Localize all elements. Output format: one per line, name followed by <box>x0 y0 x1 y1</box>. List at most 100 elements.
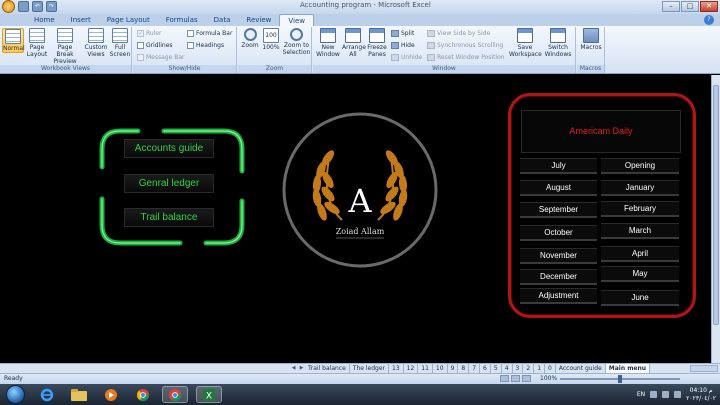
taskbar-chrome[interactable] <box>130 386 156 403</box>
page-layout-view-button[interactable]: Page Layout <box>26 28 48 58</box>
custom-views-button[interactable]: Custom Views <box>84 28 108 58</box>
undo-icon[interactable]: ↶ <box>32 1 43 12</box>
logo-letter: A <box>347 182 372 220</box>
redo-icon[interactable]: ↷ <box>46 1 57 12</box>
month-button-april[interactable]: April <box>601 246 679 262</box>
full-screen-button[interactable]: Full Screen <box>109 28 131 58</box>
synchronous-scrolling-button[interactable]: Synchronous Scrolling <box>427 42 503 49</box>
group-show-hide: ✓ Ruler Gridlines Message Bar Formula Bar… <box>133 27 237 73</box>
window-title: Accounting program - Microsoft Excel <box>300 1 431 9</box>
normal-view-button[interactable]: Normal <box>2 28 25 53</box>
tab-page-layout[interactable]: Page Layout <box>99 14 158 26</box>
month-button-december[interactable]: December <box>520 269 597 285</box>
taskbar-explorer[interactable] <box>66 386 92 403</box>
unhide-button[interactable]: Unhide <box>391 54 422 61</box>
month-button-august[interactable]: August <box>520 180 597 196</box>
page-layout-view-icon[interactable] <box>511 375 520 382</box>
normal-view-icon[interactable] <box>500 375 509 382</box>
new-window-icon <box>320 28 336 43</box>
excel-icon: X <box>203 388 215 401</box>
formula-bar-checkbox[interactable]: Formula Bar <box>187 30 232 37</box>
tab-review[interactable]: Review <box>238 14 279 26</box>
accounts-guide-button[interactable]: Accounts guide <box>124 139 214 158</box>
split-button[interactable]: Split <box>391 30 414 37</box>
tray-arrow-icon[interactable] <box>650 391 658 398</box>
taskbar-chrome-active[interactable] <box>162 386 188 403</box>
maximize-button[interactable]: □ <box>681 1 699 12</box>
month-button-july[interactable]: July <box>520 158 597 174</box>
month-button-february[interactable]: February <box>601 201 679 217</box>
horizontal-scrollbar[interactable] <box>690 365 718 372</box>
clock-time: 04:10 م <box>689 386 713 394</box>
freeze-panes-button[interactable]: Freeze Panes <box>365 28 389 58</box>
tab-home[interactable]: Home <box>26 14 63 26</box>
close-button[interactable]: ✕ <box>700 1 718 12</box>
zoom-button[interactable]: Zoom <box>240 28 260 49</box>
page-break-view-icon[interactable] <box>522 375 531 382</box>
quick-access-toolbar: ↶ ↷ <box>2 0 57 13</box>
group-label: Show/Hide <box>133 65 236 73</box>
taskbar-excel[interactable]: X <box>196 386 222 403</box>
chrome-icon <box>136 388 149 401</box>
volume-icon[interactable] <box>674 391 682 398</box>
scroll-thumb[interactable] <box>713 85 719 325</box>
zoom-100-button[interactable]: 100 100% <box>261 28 281 51</box>
month-button-june[interactable]: June <box>601 290 679 306</box>
arrange-all-button[interactable]: Arrange All <box>342 28 366 58</box>
first-sheet-icon[interactable]: ◀ <box>290 365 297 372</box>
start-button-icon[interactable] <box>6 385 25 404</box>
month-button-september[interactable]: September <box>520 202 597 218</box>
arrange-all-icon <box>345 28 361 43</box>
hide-button[interactable]: Hide <box>391 42 415 49</box>
tab-view[interactable]: View <box>279 14 314 26</box>
message-bar-checkbox[interactable]: Message Bar <box>137 54 184 61</box>
status-text: Ready <box>4 375 23 382</box>
page-layout-icon <box>29 28 45 43</box>
tab-data[interactable]: Data <box>206 14 239 26</box>
office-button-icon[interactable] <box>2 0 15 13</box>
month-button-october[interactable]: October <box>520 225 597 241</box>
folder-icon <box>71 388 87 401</box>
page-break-preview-button[interactable]: Page Break Preview <box>49 28 81 65</box>
headings-checkbox[interactable]: Headings <box>187 42 224 49</box>
taskbar-media-player[interactable] <box>98 386 124 403</box>
new-window-button[interactable]: New Window <box>315 28 341 58</box>
clock[interactable]: 04:10 م ٢٠٢٣/٠٤/٠٢ <box>686 387 716 403</box>
network-icon[interactable] <box>662 391 670 398</box>
trail-balance-button[interactable]: Trail balance <box>124 208 214 227</box>
month-button-november[interactable]: November <box>520 248 597 264</box>
save-workspace-button[interactable]: Save Workspace <box>509 28 542 58</box>
zoom-level[interactable]: 100% <box>540 375 557 382</box>
tab-formulas[interactable]: Formulas <box>158 14 206 26</box>
vertical-scrollbar[interactable] <box>711 75 720 363</box>
language-indicator[interactable]: EN <box>637 391 645 398</box>
zoom-to-selection-button[interactable]: Zoom to Selection <box>282 28 311 56</box>
taskbar-ie[interactable] <box>34 386 60 403</box>
view-side-by-side-button[interactable]: View Side by Side <box>427 30 490 37</box>
zoom-slider-knob[interactable] <box>618 375 622 383</box>
ruler-checkbox[interactable]: ✓ Ruler <box>137 30 162 37</box>
sheet-nav: ◀ ▶ <box>290 365 305 372</box>
title-bar: ↶ ↷ Accounting program - Microsoft Excel… <box>0 0 720 14</box>
freeze-panes-icon <box>369 28 385 43</box>
tab-insert[interactable]: Insert <box>63 14 99 26</box>
normal-view-icon <box>5 29 21 44</box>
svg-text:X: X <box>206 391 212 401</box>
logo-name: Zoiad Allam <box>336 227 385 236</box>
general-ledger-button[interactable]: Genral ledger <box>124 174 214 193</box>
macros-button[interactable]: Macros <box>579 28 603 51</box>
last-sheet-icon[interactable]: ▶ <box>298 365 305 372</box>
gridlines-checkbox[interactable]: Gridlines <box>137 42 173 49</box>
month-button-may[interactable]: May <box>601 266 679 282</box>
reset-window-position-button[interactable]: Reset Window Position <box>427 54 505 61</box>
minimize-button[interactable]: – <box>662 1 680 12</box>
save-icon[interactable] <box>18 1 29 12</box>
switch-windows-button[interactable]: Switch Windows <box>542 28 574 58</box>
month-button-opening[interactable]: Opening <box>601 158 679 174</box>
americam-daily-title[interactable]: Americam Daily <box>521 110 681 153</box>
month-button-january[interactable]: January <box>601 180 679 196</box>
help-icon[interactable]: ? <box>704 15 714 25</box>
month-button-march[interactable]: March <box>601 223 679 239</box>
month-button-adjustment[interactable]: Adjustment <box>520 288 597 304</box>
chrome-icon <box>169 388 181 401</box>
